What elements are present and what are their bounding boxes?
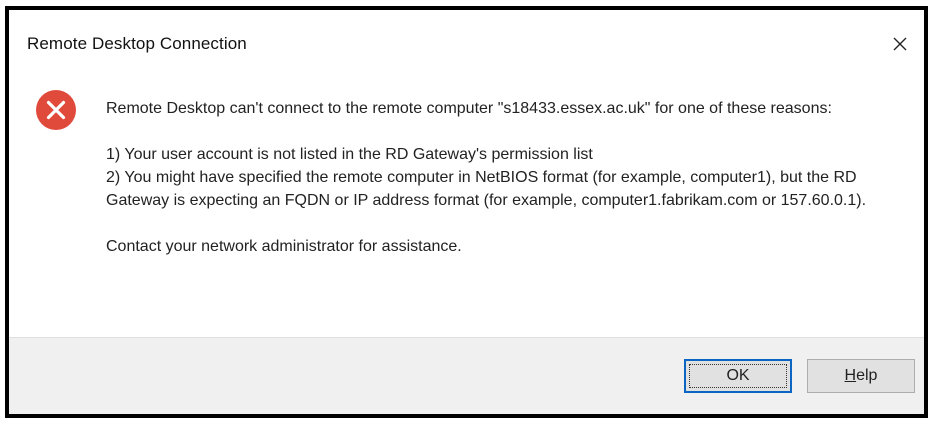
help-label-rest: elp: [856, 367, 878, 384]
contact-admin-text: Contact your network administrator for a…: [106, 238, 462, 255]
button-bar: OK Help: [9, 337, 924, 414]
reason-2: 2) You might have specified the remote c…: [106, 169, 867, 209]
reason-1: 1) Your user account is not listed in th…: [106, 146, 593, 163]
help-mnemonic: H: [844, 367, 857, 384]
error-dialog: Remote Desktop Connection Remote Desktop…: [5, 6, 928, 418]
error-icon: [36, 90, 76, 130]
window-title: Remote Desktop Connection: [27, 34, 247, 53]
ok-button[interactable]: OK: [684, 359, 792, 393]
error-message: Remote Desktop can't connect to the remo…: [106, 100, 832, 117]
ok-button-label: OK: [726, 367, 750, 384]
screen: Remote Desktop Connection Remote Desktop…: [0, 0, 937, 428]
title-bar[interactable]: Remote Desktop Connection: [9, 10, 924, 72]
help-button[interactable]: Help: [807, 359, 915, 393]
message-body: Remote Desktop can't connect to the remo…: [106, 97, 916, 258]
help-button-label: Help: [845, 367, 878, 385]
close-icon: [893, 37, 907, 51]
close-button[interactable]: [886, 30, 914, 58]
